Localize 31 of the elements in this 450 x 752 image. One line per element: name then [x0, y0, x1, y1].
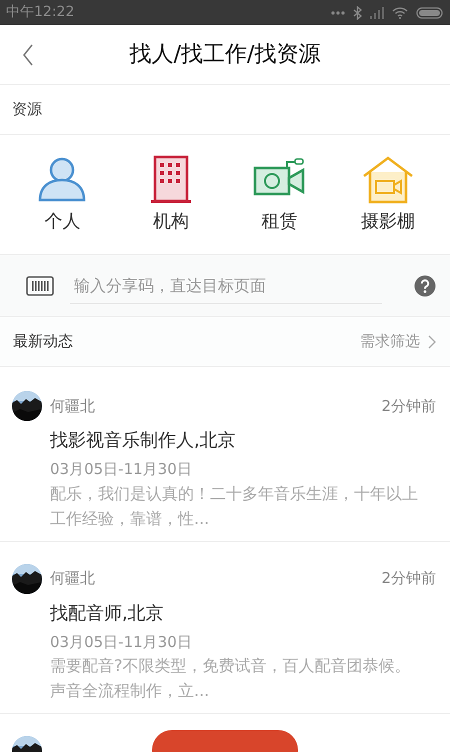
post-description: 需要配音?不限类型，免费试音，百人配音团恭候。声音全流程制作，立... [50, 655, 412, 702]
status-time: 中午12:22 [6, 3, 74, 22]
category-button[interactable]: 租赁 [225, 154, 334, 235]
back-icon [22, 42, 34, 67]
post-dates: 03月05日-11月30日 [50, 632, 193, 652]
post-time: 2分钟前 [381, 396, 436, 417]
help-button[interactable] [414, 274, 436, 298]
signal-icon [370, 6, 384, 18]
post-time: 2分钟前 [381, 568, 436, 590]
barcode-icon [26, 276, 54, 296]
post-title: 找影视音乐制作人,北京 [50, 429, 237, 453]
battery-icon [416, 6, 444, 18]
share-code-bar[interactable]: 输入分享码，直达目标页面 [0, 255, 450, 317]
page-title: 找人/找工作/找资源 [130, 41, 320, 69]
help-icon [414, 275, 436, 298]
category-button[interactable]: 个人 [8, 154, 116, 235]
back-button[interactable] [22, 42, 34, 67]
bluetooth-icon [353, 6, 362, 20]
author-name: 何疆北 [50, 568, 95, 590]
post-dates: 03月05日-11月30日 [50, 459, 193, 480]
author-name: 何疆北 [50, 396, 95, 417]
section-title: 资源 [12, 99, 42, 120]
post-description: 配乐，我们是认真的！二十多年音乐生涯，十年以上工作经验，靠谱，性... [50, 482, 419, 530]
feed-title: 最新动态 [13, 331, 73, 352]
chevron-right-icon [428, 334, 436, 348]
category-button[interactable]: 摄影棚 [334, 154, 442, 235]
post-title: 找配音师,北京 [50, 602, 165, 626]
category-button[interactable]: 机构 [116, 154, 225, 235]
dots-icon [331, 10, 345, 14]
share-code-field[interactable]: 输入分享码，直达目标页面 [70, 268, 382, 304]
wifi-icon [392, 6, 408, 18]
